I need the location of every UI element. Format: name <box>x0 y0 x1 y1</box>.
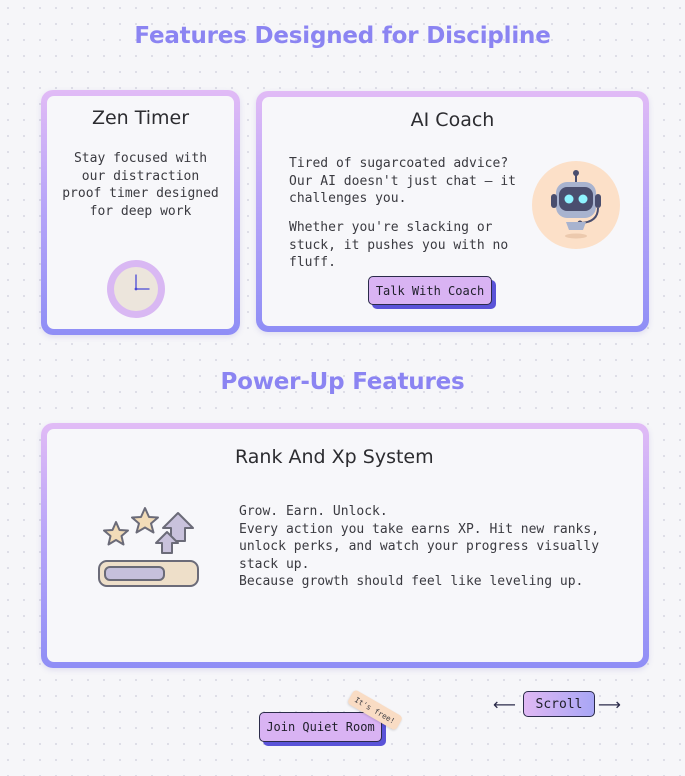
features-section-title: Features Designed for Discipline <box>134 23 551 49</box>
stars-level-up-icon <box>92 501 204 591</box>
zen-timer-card: Zen Timer Stay focused with our distract… <box>41 90 240 335</box>
scroll-left-arrow[interactable]: ⟵ <box>493 695 516 714</box>
ai-coach-card: AI Coach Tired of sugarcoated advice? Ou… <box>256 91 649 332</box>
rank-xp-line-1: Grow. Earn. Unlock. <box>239 504 388 519</box>
rank-xp-description: Grow. Earn. Unlock. Every action you tak… <box>239 503 624 591</box>
join-quiet-room-button[interactable]: Join Quiet Room <box>259 712 382 742</box>
scroll-right-arrow[interactable]: ⟶ <box>598 695 621 714</box>
robot-headset-icon <box>531 160 621 250</box>
scroll-button[interactable]: Scroll <box>523 691 595 717</box>
ai-coach-paragraph-2: Whether you're slacking or stuck, it pus… <box>289 220 509 270</box>
talk-with-coach-button[interactable]: Talk With Coach <box>368 276 492 305</box>
rank-xp-card: Rank And Xp System Grow. Earn. Unlock. E… <box>41 423 649 668</box>
ai-coach-paragraph-1: Tired of sugarcoated advice? Our AI does… <box>289 156 516 206</box>
rank-xp-line-3: Because growth should feel like leveling… <box>239 574 584 589</box>
clock-icon <box>106 259 166 319</box>
zen-timer-title: Zen Timer <box>91 107 190 129</box>
powerup-section-title: Power-Up Features <box>220 369 465 395</box>
rank-xp-title: Rank And Xp System <box>235 446 434 468</box>
ai-coach-title: AI Coach <box>410 109 495 131</box>
rank-xp-line-2: Every action you take earns XP. Hit new … <box>239 521 600 572</box>
zen-timer-description: Stay focused with our distraction proof … <box>62 151 219 219</box>
